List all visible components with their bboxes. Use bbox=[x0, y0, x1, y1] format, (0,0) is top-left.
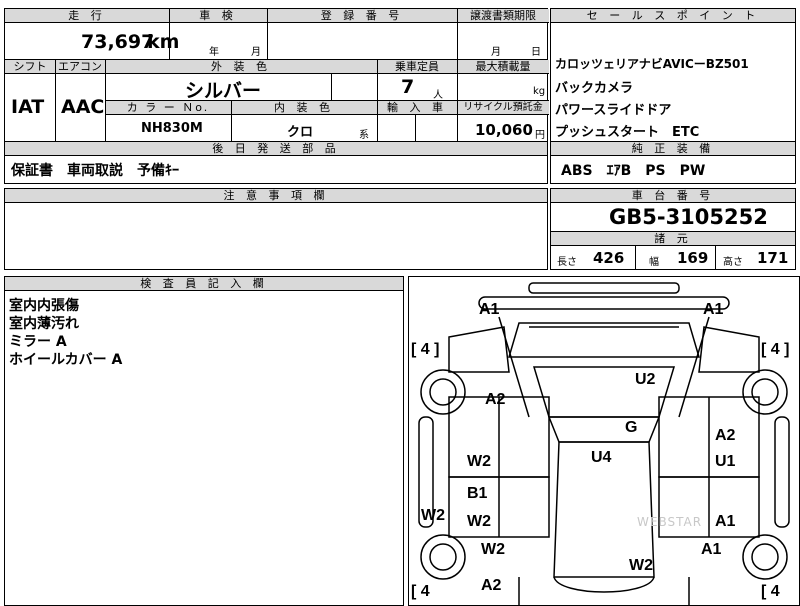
aircon-value: AAC bbox=[61, 96, 105, 118]
capacity-header: 乗車定員 bbox=[377, 60, 457, 74]
inspection-month-label: 月 bbox=[251, 47, 261, 58]
damage-mark: U4 bbox=[591, 449, 612, 466]
height-label: 高さ bbox=[723, 257, 743, 268]
exterior-color-value: シルバー bbox=[185, 80, 262, 102]
width-label: 幅 bbox=[649, 257, 659, 268]
mileage-value: 73,697 bbox=[81, 31, 155, 53]
damage-mark: A1 bbox=[701, 541, 722, 558]
row1-frame: 走 行 車 検 登 録 番 号 譲渡書類期限 73,697 km 年 月 月 日 bbox=[4, 8, 549, 60]
sales-point-line: プッシュスタート ETC bbox=[555, 125, 700, 140]
shift-value: IAT bbox=[11, 96, 45, 118]
damage-mark: A1 bbox=[479, 301, 500, 318]
damage-mark: A2 bbox=[485, 391, 506, 408]
specs-header: 諸 元 bbox=[551, 231, 795, 246]
transfer-month-label: 月 bbox=[491, 47, 501, 58]
damage-mark: A2 bbox=[715, 427, 736, 444]
damage-mark: W2 bbox=[481, 541, 505, 558]
sales-point-line: カロッツェリアナビAVICーBZ501 bbox=[555, 57, 749, 71]
vehicle-diagram: WEBSTAR [ 4 ] [ 4 ] [ 4 [ 4 A1 A1 A2 U2 … bbox=[408, 276, 800, 606]
damage-mark: W2 bbox=[467, 513, 491, 530]
damage-mark: W2 bbox=[467, 453, 491, 470]
exterior-color-header: 外 装 色 bbox=[105, 60, 377, 74]
height-value: 171 bbox=[757, 249, 789, 267]
sales-points-header: セ ー ル ス ポ イ ン ト bbox=[551, 9, 795, 23]
sales-point-line: パワースライドドア bbox=[555, 103, 672, 118]
later-parts-value: 保証書 車両取説 予備ｷｰ bbox=[11, 163, 179, 179]
inspector-header: 検 査 員 記 入 欄 bbox=[5, 277, 403, 291]
inspection-year-label: 年 bbox=[209, 47, 219, 58]
notes-panel: 注 意 事 項 欄 bbox=[4, 188, 548, 270]
recycle-header: リサイクル預託金 bbox=[457, 100, 549, 115]
length-value: 426 bbox=[593, 249, 625, 267]
registration-header: 登 録 番 号 bbox=[267, 9, 457, 23]
recycle-unit: 円 bbox=[535, 130, 545, 141]
shift-header: シフト bbox=[5, 60, 55, 74]
aircon-header: エアコン bbox=[55, 60, 105, 74]
capacity-value: 7 bbox=[401, 76, 415, 98]
inspector-line: 室内薄汚れ bbox=[9, 316, 79, 332]
recycle-value: 10,060 bbox=[475, 121, 533, 139]
damage-mark: A1 bbox=[715, 513, 736, 530]
width-value: 169 bbox=[677, 249, 709, 267]
damage-mark: B1 bbox=[467, 485, 488, 502]
sales-point-line: バックカメラ bbox=[555, 81, 634, 96]
interior-color-value: クロ bbox=[287, 125, 314, 140]
damage-mark: A2 bbox=[481, 577, 502, 594]
tire-tread-bottom-left: [ 4 bbox=[411, 583, 430, 600]
genuine-equipment-panel: 純 正 装 備 ABS ｴｱB PS PW bbox=[550, 142, 796, 184]
inspector-line: 室内内張傷 bbox=[9, 298, 79, 314]
inspection-header: 車 検 bbox=[169, 9, 267, 23]
tire-tread-top-right: [ 4 ] bbox=[761, 341, 790, 358]
max-load-header: 最大積載量 bbox=[457, 60, 549, 74]
damage-mark: A1 bbox=[703, 301, 724, 318]
genuine-equipment-header: 純 正 装 備 bbox=[551, 142, 795, 156]
damage-mark: W2 bbox=[421, 507, 445, 524]
notes-header: 注 意 事 項 欄 bbox=[5, 189, 547, 203]
length-label: 長さ bbox=[557, 257, 577, 268]
inspector-panel: 検 査 員 記 入 欄 室内内張傷 室内薄汚れ ミラー A ホイールカバー A bbox=[4, 276, 404, 606]
genuine-equipment-value: ABS ｴｱB PS PW bbox=[561, 163, 706, 179]
watermark: WEBSTAR bbox=[637, 515, 703, 529]
damage-mark: W2 bbox=[629, 557, 653, 574]
mileage-header: 走 行 bbox=[5, 9, 169, 23]
tire-tread-bottom-right: [ 4 bbox=[761, 583, 780, 600]
import-header: 輸 入 車 bbox=[377, 100, 457, 115]
damage-mark: U1 bbox=[715, 453, 736, 470]
inspector-line: ホイールカバー A bbox=[9, 352, 123, 368]
chassis-panel: 車 台 番 号 GB5-3105252 諸 元 長さ 426 幅 169 高さ … bbox=[550, 188, 796, 270]
sales-points-panel: セ ー ル ス ポ イ ン ト カロッツェリアナビAVICーBZ501 バックカ… bbox=[550, 8, 796, 142]
row2-frame: シフト エアコン 外 装 色 乗車定員 最大積載量 カ ラ ー Ｎo. 内 装 … bbox=[4, 60, 549, 142]
tire-tread-top-left: [ 4 ] bbox=[411, 341, 440, 358]
later-parts-header: 後 日 発 送 部 品 bbox=[5, 142, 547, 156]
damage-mark: G bbox=[625, 419, 638, 436]
transfer-header: 譲渡書類期限 bbox=[457, 9, 549, 23]
chassis-value: GB5-3105252 bbox=[609, 205, 768, 229]
inspector-line: ミラー A bbox=[9, 334, 67, 350]
mileage-unit: km bbox=[147, 31, 180, 53]
transfer-day-label: 日 bbox=[531, 47, 541, 58]
interior-color-suffix: 系 bbox=[359, 130, 369, 141]
capacity-unit: 人 bbox=[433, 90, 443, 101]
load-unit: kg bbox=[533, 86, 546, 97]
later-parts-panel: 後 日 発 送 部 品 保証書 車両取説 予備ｷｰ bbox=[4, 142, 548, 184]
chassis-header: 車 台 番 号 bbox=[551, 189, 795, 203]
damage-mark: U2 bbox=[635, 371, 656, 388]
color-no-value: NH830M bbox=[141, 121, 203, 136]
car-outline bbox=[418, 282, 790, 605]
